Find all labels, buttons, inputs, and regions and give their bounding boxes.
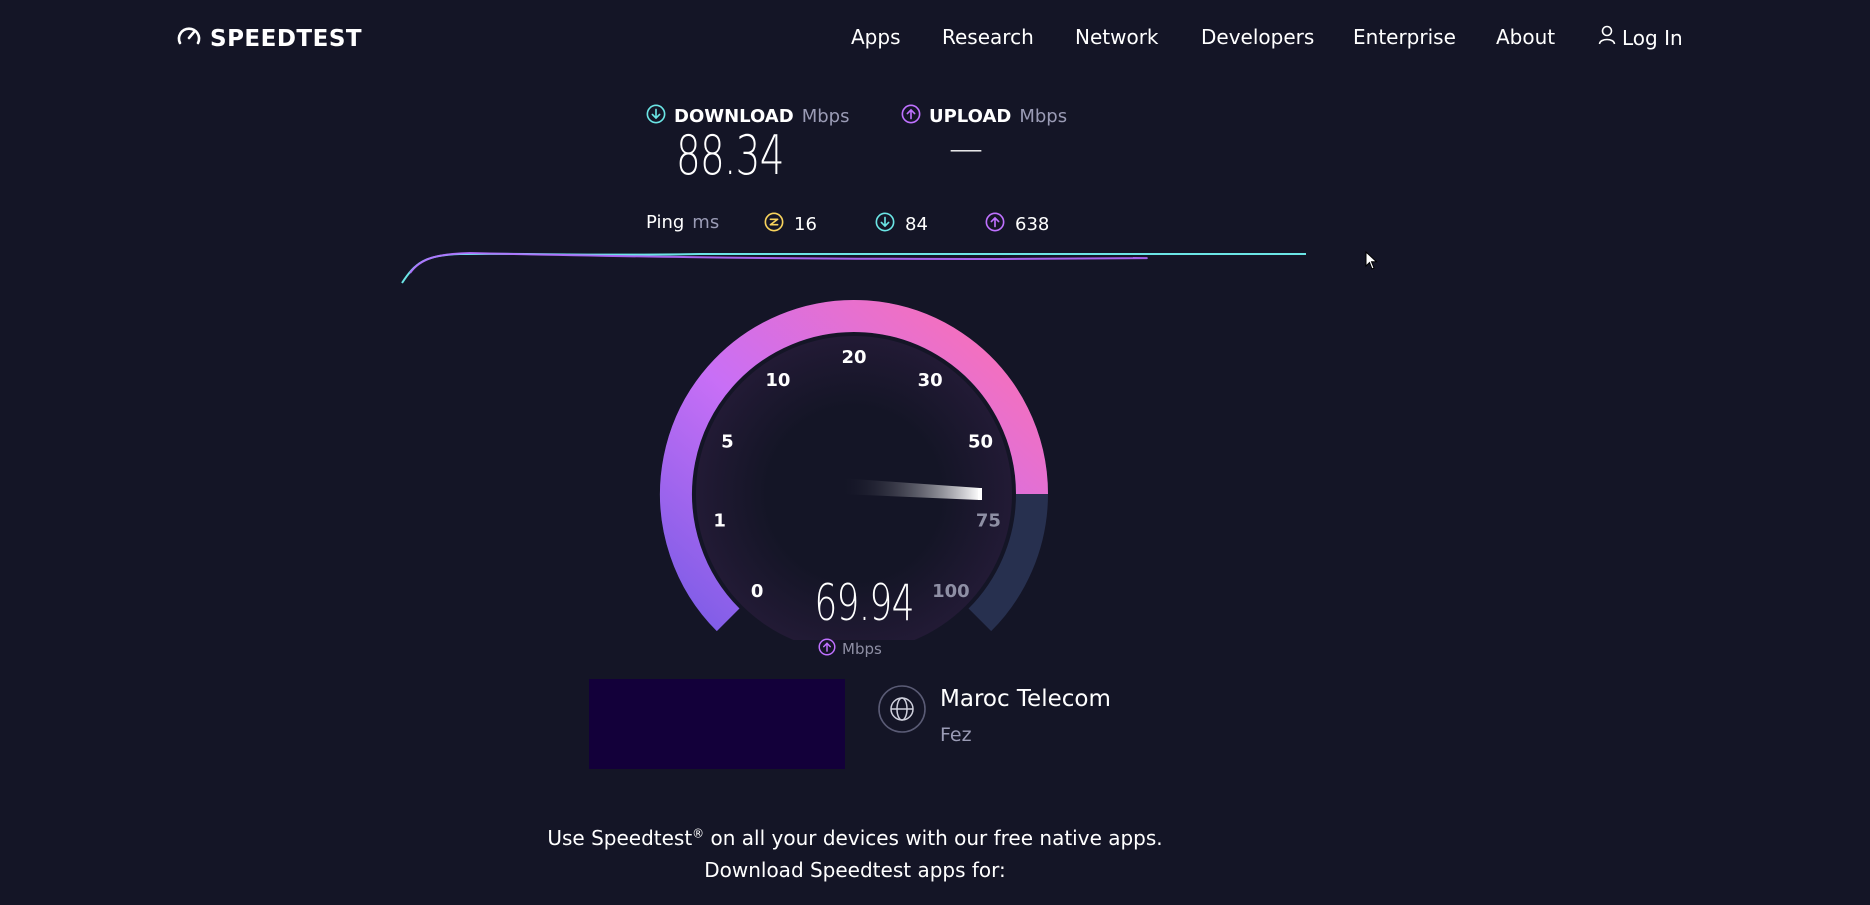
- nav-enterprise[interactable]: Enterprise: [1353, 25, 1456, 49]
- login-label: Log In: [1622, 25, 1683, 50]
- ping-label: Ping: [646, 212, 685, 233]
- gauge-tick-20: 20: [841, 347, 866, 368]
- ping-upload-value: 638: [1015, 214, 1050, 235]
- nav-research[interactable]: Research: [942, 25, 1034, 49]
- upload-label: UPLOAD: [929, 106, 1012, 127]
- gauge-current-value: 69.94: [814, 574, 914, 632]
- gauge-current: 69.94: [795, 574, 925, 632]
- user-icon: [1598, 25, 1616, 50]
- gauge-tick-30: 30: [918, 370, 943, 391]
- gauge-tick-0: 0: [751, 581, 764, 602]
- gauge-tick-75: 75: [976, 511, 1001, 532]
- login-link[interactable]: Log In: [1598, 25, 1683, 50]
- nav-network[interactable]: Network: [1075, 25, 1159, 49]
- gauge-tick-50: 50: [968, 432, 993, 453]
- nav-apps[interactable]: Apps: [851, 25, 901, 49]
- ping-unit: ms: [692, 212, 720, 233]
- upload-speed-line: [409, 251, 1148, 274]
- upload-unit: Mbps: [1019, 106, 1068, 127]
- server-provider[interactable]: Maroc Telecom: [940, 686, 1111, 712]
- ping-idle-value: 16: [794, 214, 817, 235]
- gauge-unit: Mbps: [842, 640, 882, 658]
- upload-arrow-small-icon: [818, 638, 836, 660]
- logo-text: SPEEDTEST: [210, 26, 363, 52]
- ping-download-value: 84: [905, 214, 928, 235]
- gauge-tick-100: 100: [932, 581, 970, 602]
- ping-idle: 16: [764, 212, 817, 237]
- upload-value: —: [949, 129, 983, 169]
- registered-mark: ®: [692, 826, 705, 841]
- download-unit: Mbps: [801, 106, 850, 127]
- footer-text-b: on all your devices with our free native…: [704, 826, 1163, 850]
- upload-header: UPLOAD Mbps: [901, 104, 1067, 129]
- ad-placeholder: [589, 679, 845, 769]
- gauge-tick-5: 5: [721, 432, 734, 453]
- upload-arrow-icon: [901, 104, 921, 129]
- upload-latency-icon: [985, 212, 1005, 237]
- globe-icon[interactable]: [878, 685, 926, 733]
- ping-download: 84: [875, 212, 928, 237]
- footer-promo: Use Speedtest® on all your devices with …: [0, 826, 1710, 850]
- footer-download-apps: Download Speedtest apps for:: [704, 858, 1006, 882]
- download-value: 88.34: [676, 124, 784, 187]
- speedtest-logo[interactable]: SPEEDTEST: [176, 22, 362, 56]
- download-arrow-icon: [646, 104, 666, 129]
- footer-text-a: Use Speedtest: [547, 826, 693, 850]
- speedometer-icon: [176, 24, 202, 54]
- gauge-tick-1: 1: [713, 511, 726, 532]
- mouse-cursor-icon: [1365, 251, 1378, 270]
- gauge-tick-10: 10: [765, 370, 790, 391]
- idle-latency-icon: [764, 212, 784, 237]
- ping-upload: 638: [985, 212, 1049, 237]
- ping-row: Ping ms: [646, 212, 719, 233]
- download-latency-icon: [875, 212, 895, 237]
- gauge-unit-row: Mbps: [818, 638, 882, 660]
- nav-about[interactable]: About: [1496, 25, 1555, 49]
- server-location: Fez: [940, 724, 972, 746]
- nav-developers[interactable]: Developers: [1201, 25, 1314, 49]
